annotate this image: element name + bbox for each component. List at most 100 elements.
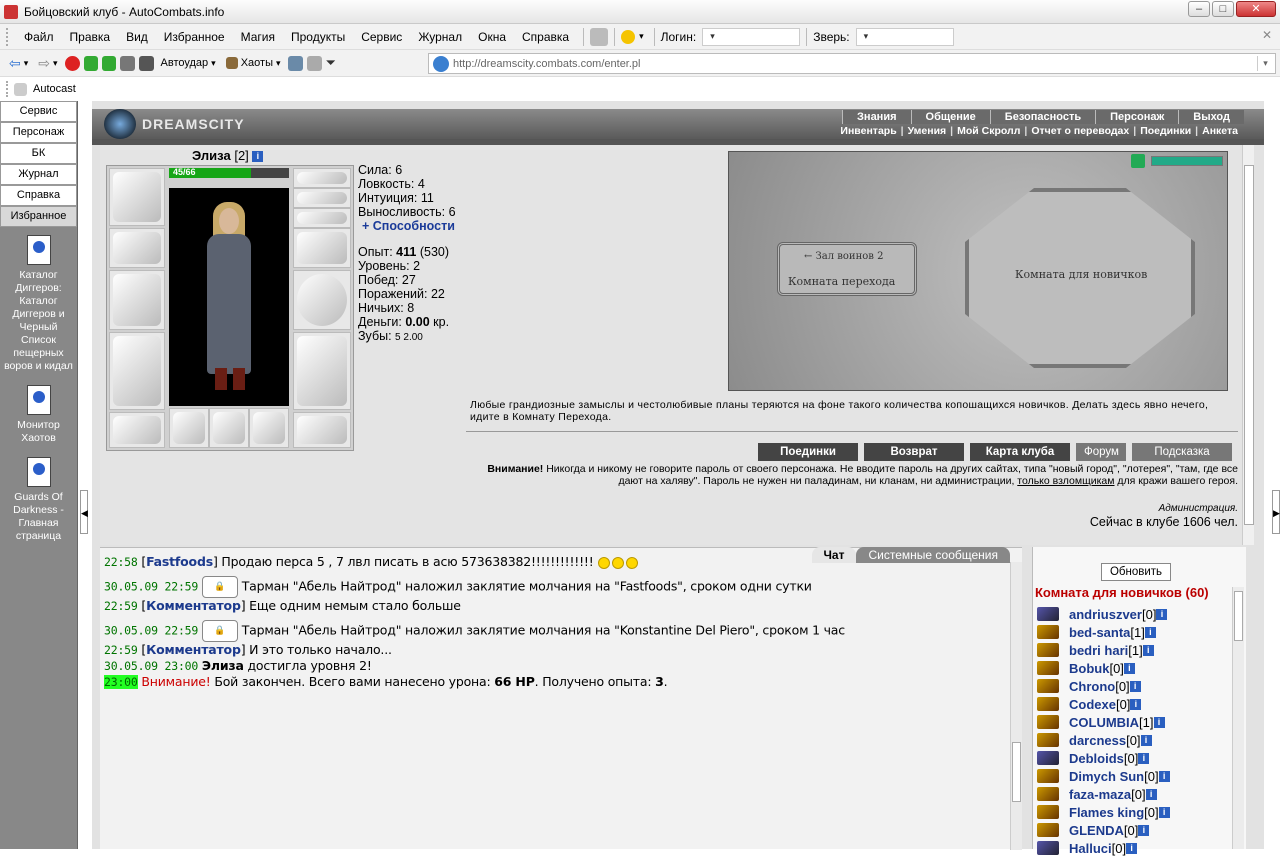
info-icon[interactable]: i [1156,608,1168,620]
info-icon[interactable]: i [252,151,264,163]
user-name[interactable]: Chrono [1069,679,1115,694]
club-map-button[interactable]: Карта клуба [970,443,1070,461]
private-message-icon[interactable] [1037,769,1059,783]
menu-favorites[interactable]: Избранное [156,30,233,44]
private-message-icon[interactable] [1037,715,1059,729]
private-message-icon[interactable] [1037,607,1059,621]
user-name[interactable]: COLUMBIA [1069,715,1139,730]
info-icon[interactable]: i [1140,734,1152,746]
menu-view[interactable]: Вид [118,30,156,44]
chat-scrollbar[interactable] [1010,562,1022,850]
ring-slot[interactable] [249,408,289,448]
collapse-sidebar-button[interactable]: ◀ [80,490,88,534]
info-icon[interactable]: i [1145,788,1157,800]
earrings-slot[interactable] [293,168,351,188]
nav-inventory[interactable]: Инвентарь [836,125,900,138]
nav-duels[interactable]: Поединки [1136,125,1195,138]
private-message-icon[interactable] [1037,643,1059,657]
chat-timestamp[interactable]: 30.05.09 22:59 [104,624,198,638]
favorite-item[interactable]: Guards Of Darkness - Главная страница [0,457,77,543]
info-icon[interactable]: i [1126,842,1138,854]
chat-timestamp[interactable]: 30.05.09 23:00 [104,659,198,673]
maximize-button[interactable]: □ [1212,1,1234,17]
refresh-all-icon[interactable] [101,55,116,71]
collapse-right-panel-button[interactable]: ▶ [1272,490,1280,534]
private-message-icon[interactable] [1037,661,1059,675]
sidebar-tab-favorites[interactable]: Избранное [0,206,77,227]
info-icon[interactable]: i [1129,680,1141,692]
close-window-button[interactable]: ✕ [1236,1,1276,17]
info-icon[interactable]: i [1153,716,1165,728]
user-name[interactable]: Codexe [1069,697,1116,712]
chat-timestamp[interactable]: 22:58 [104,555,138,569]
ring-slot[interactable] [209,408,249,448]
belt-slot[interactable] [109,412,165,448]
main-scrollbar[interactable] [1242,145,1254,545]
abilities-link[interactable]: + Способности [358,219,456,233]
beast-select[interactable] [855,27,954,46]
menu-file[interactable]: Файл [16,30,62,44]
menu-windows[interactable]: Окна [470,30,514,44]
close-icon[interactable]: ✕ [1262,28,1272,42]
private-message-icon[interactable] [1037,679,1059,693]
info-icon[interactable]: i [1123,662,1135,674]
chat-timestamp[interactable]: 23:00 [104,675,138,689]
toolbar-grip[interactable] [6,81,8,97]
menu-edit[interactable]: Правка [62,30,119,44]
boots-slot[interactable] [293,412,351,448]
favorite-item[interactable]: Каталог Диггеров: Каталог Диггеров и Чер… [0,235,77,373]
tools-icon[interactable] [138,55,154,71]
map-room-transition[interactable]: ← Зал воинов 2 Комната перехода [777,242,917,296]
home-icon[interactable] [119,55,135,71]
menu-products[interactable]: Продукты [283,30,353,44]
user-name[interactable]: Debloids [1069,751,1124,766]
shield-slot[interactable] [293,270,351,330]
armor-slot[interactable] [109,332,165,410]
character-portrait[interactable] [169,188,289,406]
private-message-icon[interactable] [1037,697,1059,711]
private-message-icon[interactable] [1037,625,1059,639]
info-icon[interactable]: i [1138,824,1150,836]
address-bar[interactable]: http://dreamscity.combats.com/enter.pl ▾ [428,53,1276,74]
nav-transfers-report[interactable]: Отчет о переводах [1027,125,1133,138]
private-message-icon[interactable] [1037,823,1059,837]
private-message-icon[interactable] [1037,787,1059,801]
user-name[interactable]: Dimych Sun [1069,769,1144,784]
info-icon[interactable]: i [1158,806,1170,818]
back-button[interactable]: ⇦ ▾ [6,55,31,72]
autohit-button[interactable]: Автоудар ▾ [158,57,219,69]
stop-icon[interactable] [64,55,80,71]
info-icon[interactable]: i [1130,698,1142,710]
home-lock-icon[interactable] [590,27,609,46]
network-icon[interactable] [287,55,303,71]
chat-timestamp[interactable]: 22:59 [104,599,138,613]
filter-icon[interactable]: ⏷ [326,55,336,71]
info-icon[interactable]: i [1144,626,1156,638]
user-name[interactable]: andriuszver [1069,607,1142,622]
chaos-button[interactable]: Хаоты ▾ [223,57,284,69]
nav-skills[interactable]: Умения [904,125,951,138]
menu-magic[interactable]: Магия [233,30,283,44]
private-message-icon[interactable] [1037,805,1059,819]
nav-exit[interactable]: Выход [1178,110,1244,124]
helmet-slot[interactable] [109,168,165,226]
sidebar-tab-journal[interactable]: Журнал [0,164,77,185]
rings-slot[interactable] [293,208,351,228]
duels-button[interactable]: Поединки [758,443,858,461]
info-icon[interactable]: i [1158,770,1170,782]
user-name[interactable]: GLENDA [1069,823,1124,838]
weapon-slot[interactable] [109,270,165,330]
nav-knowledge[interactable]: Знания [842,110,911,124]
sound-icon[interactable] [306,55,322,71]
sidebar-tab-character[interactable]: Персонаж [0,122,77,143]
favorite-item[interactable]: Монитор Хаотов [0,385,77,445]
forum-button[interactable]: Форум [1076,443,1126,461]
sidebar-tab-bk[interactable]: БК [0,143,77,164]
chat-sender[interactable]: Fastfoods [146,554,213,569]
login-select[interactable] [702,27,801,46]
nav-character[interactable]: Персонаж [1095,110,1179,124]
return-button[interactable]: Возврат [864,443,964,461]
sidebar-tab-service[interactable]: Сервис [0,101,77,122]
lamp-icon[interactable] [621,29,636,44]
character-name-text[interactable]: Элиза [192,148,231,163]
